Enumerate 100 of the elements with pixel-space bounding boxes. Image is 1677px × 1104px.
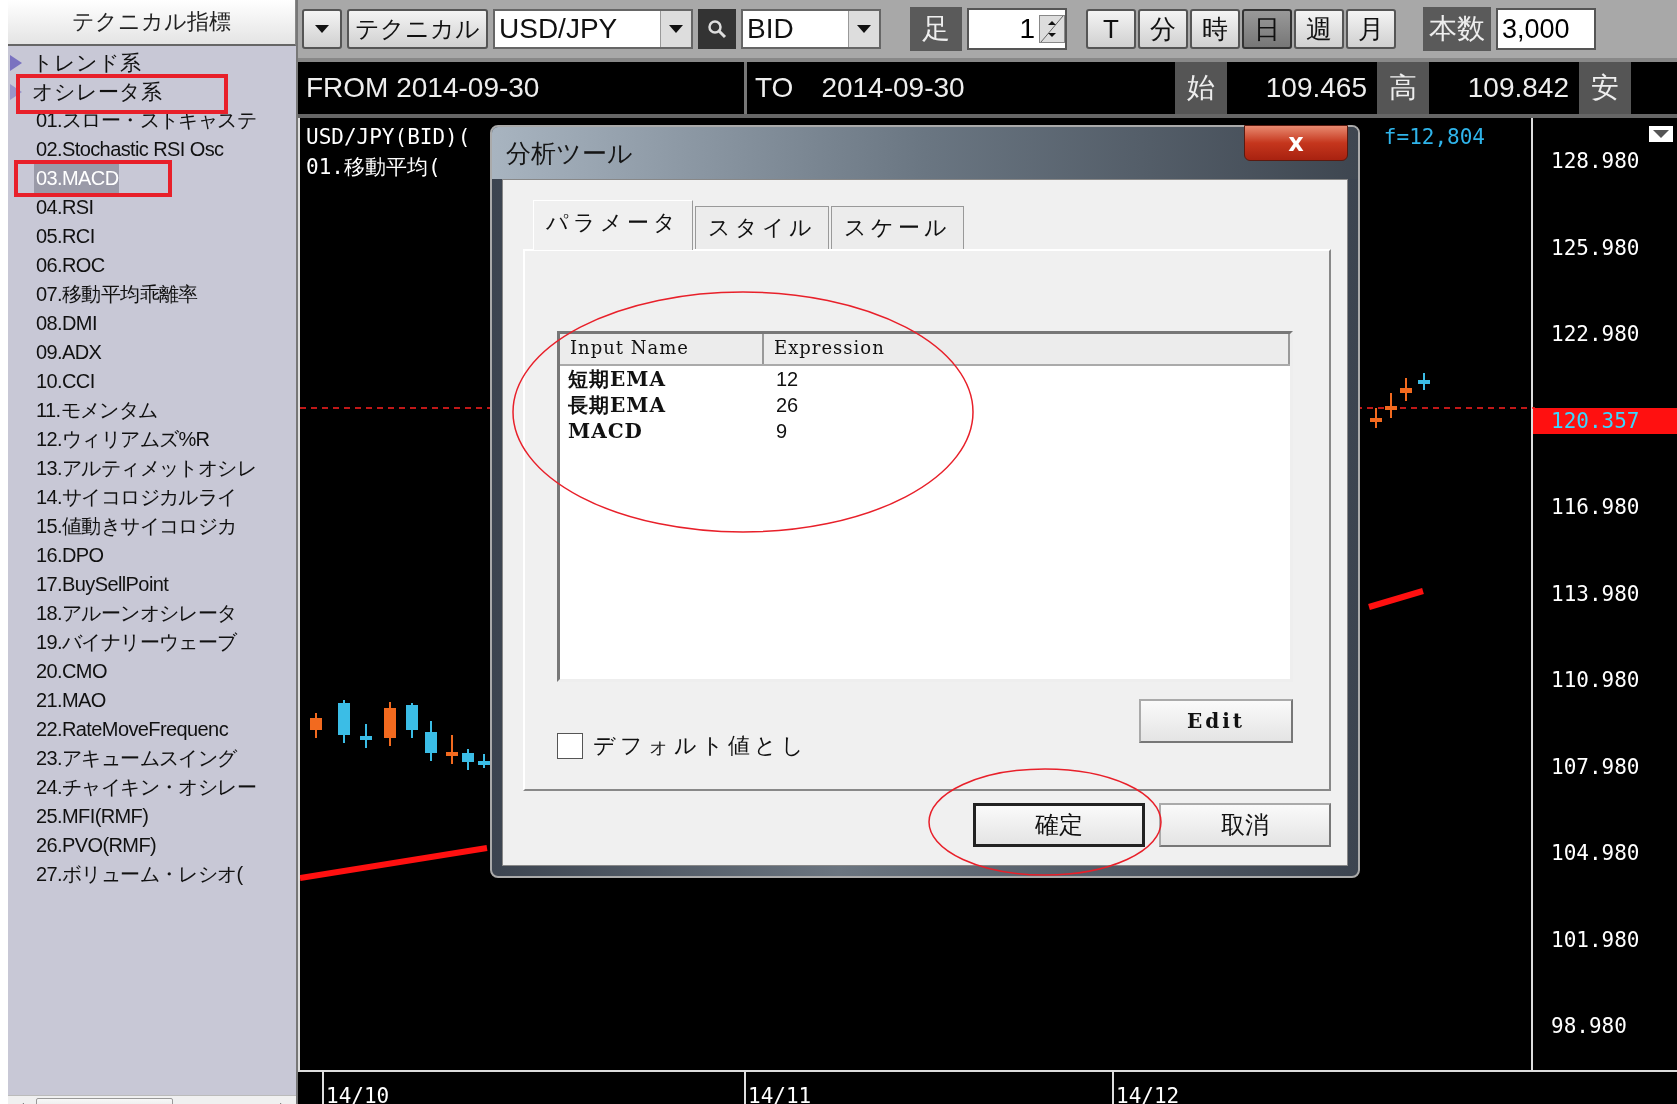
indicator-item[interactable]: 24.チャイキン・オシレー bbox=[8, 773, 256, 802]
price-tick-label: 116.980 bbox=[1550, 495, 1640, 520]
moving-average-line bbox=[1368, 588, 1424, 610]
table-cell-text: MACD bbox=[567, 418, 644, 444]
table-cell-text: 12 bbox=[775, 367, 800, 392]
table-cell-text: 9 bbox=[775, 419, 789, 444]
spinner-arrows-icon bbox=[1039, 15, 1065, 43]
period-button[interactable]: 時 bbox=[1190, 9, 1240, 49]
indicator-item[interactable]: 26.PVO(RMF) bbox=[8, 831, 157, 860]
from-date: FROM 2014-09-30 bbox=[298, 62, 747, 114]
time-axis-label: 14/12 bbox=[1112, 1071, 1180, 1104]
category-item[interactable]: トレンド系 bbox=[8, 48, 296, 77]
indicator-item[interactable]: 20.CMO bbox=[8, 657, 107, 686]
indicator-item[interactable]: 07.移動平均乖離率 bbox=[8, 280, 198, 309]
triangle-icon bbox=[10, 54, 22, 71]
price-value: 109.465 bbox=[1264, 72, 1368, 104]
column-header[interactable]: Input Name bbox=[560, 334, 764, 364]
indicator-item[interactable]: 16.DPO bbox=[8, 541, 104, 570]
indicator-item[interactable]: 22.RateMoveFrequenc bbox=[8, 715, 229, 744]
dropdown-button[interactable] bbox=[302, 9, 342, 49]
candlestick bbox=[310, 712, 322, 739]
price-tick-label: 101.980 bbox=[1550, 927, 1640, 952]
category-label: トレンド系 bbox=[32, 49, 141, 76]
tab[interactable]: スタイル bbox=[695, 206, 829, 249]
close-button[interactable]: x bbox=[1244, 125, 1348, 161]
indicator-item[interactable]: 09.ADX bbox=[8, 338, 102, 367]
indicator-item[interactable]: 25.MFI(RMF) bbox=[8, 802, 149, 831]
triangle-icon bbox=[10, 83, 22, 100]
count-field[interactable]: 3,000 bbox=[1496, 8, 1596, 50]
indicator-item[interactable]: 06.ROC bbox=[8, 251, 105, 280]
period-button[interactable]: 分 bbox=[1138, 9, 1188, 49]
period-button[interactable]: T bbox=[1086, 9, 1136, 49]
tab[interactable]: パラメータ bbox=[533, 200, 693, 250]
price-tick-label: 104.980 bbox=[1550, 841, 1640, 866]
column-header[interactable]: Expression bbox=[764, 334, 1290, 364]
edit-button[interactable]: Edit bbox=[1139, 698, 1293, 743]
bar-label: 足 bbox=[910, 7, 962, 51]
count-label: 本数 bbox=[1423, 7, 1491, 51]
candlestick bbox=[1385, 392, 1397, 419]
price-label: 始 bbox=[1175, 62, 1227, 114]
search-button[interactable] bbox=[698, 9, 736, 49]
time-axis-label: 14/10 bbox=[322, 1071, 390, 1104]
candlestick bbox=[338, 699, 350, 744]
caret-icon bbox=[669, 25, 683, 33]
price-type-select[interactable]: BID bbox=[741, 9, 881, 49]
bar-spinner[interactable]: 1 bbox=[967, 8, 1067, 50]
indicator-item[interactable]: 05.RCI bbox=[8, 222, 95, 251]
price-label: 安 bbox=[1579, 62, 1631, 114]
table-cell-text: 26 bbox=[775, 393, 800, 418]
technical-button[interactable]: テクニカル bbox=[347, 9, 488, 49]
candlestick bbox=[425, 720, 437, 762]
caret-icon bbox=[857, 25, 871, 33]
indicator-item[interactable]: 18.アルーンオシレータ bbox=[8, 599, 237, 628]
dialog-title: 分析ツール bbox=[506, 137, 633, 169]
candlestick bbox=[1400, 377, 1412, 402]
panel-title: テクニカル指標 bbox=[8, 0, 296, 46]
indicator-item[interactable]: 14.サイコロジカルライ bbox=[8, 483, 237, 512]
indicator-item[interactable]: 19.バイナリーウェーブ bbox=[8, 628, 237, 657]
period-button[interactable]: 日 bbox=[1242, 9, 1292, 49]
period-button[interactable]: 週 bbox=[1294, 9, 1344, 49]
table-cell-text: 長期EMA bbox=[567, 392, 667, 418]
price-tick-label: 122.980 bbox=[1550, 322, 1640, 347]
indicator-item[interactable]: 11.モメンタム bbox=[8, 396, 158, 425]
candlestick bbox=[478, 753, 490, 769]
indicator-item[interactable]: 21.MAO bbox=[8, 686, 106, 715]
period-button[interactable]: 月 bbox=[1346, 9, 1396, 49]
indicator-item[interactable]: 27.ボリューム・レシオ( bbox=[8, 860, 243, 889]
search-icon bbox=[707, 19, 727, 39]
category-label: オシレータ系 bbox=[32, 78, 162, 105]
price-tick-label: 113.980 bbox=[1550, 581, 1640, 606]
dropdown-icon[interactable] bbox=[1649, 126, 1673, 142]
candlestick bbox=[406, 702, 418, 739]
symbol-select[interactable]: USD/JPY bbox=[493, 9, 693, 49]
chart-header-text: 01.移動平均( bbox=[306, 154, 441, 181]
price-tick-label: 107.980 bbox=[1550, 754, 1640, 779]
price-value: 109.842 bbox=[1466, 72, 1570, 104]
indicator-item[interactable]: 23.アキュームスイング bbox=[8, 744, 237, 773]
ok-button[interactable]: 確定 bbox=[973, 803, 1145, 847]
price-label: 高 bbox=[1377, 62, 1429, 114]
checkbox[interactable] bbox=[557, 732, 583, 759]
indicator-item[interactable]: 08.DMI bbox=[8, 309, 97, 338]
price-tick-label: 128.980 bbox=[1550, 149, 1640, 174]
time-axis-label: 14/11 bbox=[744, 1071, 812, 1104]
indicator-item[interactable]: 12.ウィリアムズ%R bbox=[8, 425, 210, 454]
price-tick-label: 125.980 bbox=[1550, 235, 1640, 260]
checkbox-label: デフォルト値とし bbox=[593, 731, 808, 760]
tab[interactable]: スケール bbox=[831, 206, 964, 249]
indicator-item[interactable]: 17.BuySellPoint bbox=[8, 570, 169, 599]
candlestick bbox=[462, 748, 474, 771]
indicator-item[interactable]: 02.Stochastic RSI Osc bbox=[8, 135, 224, 164]
caret-icon bbox=[315, 25, 329, 33]
indicator-item[interactable]: 13.アルティメットオシレ bbox=[8, 454, 256, 483]
indicator-item[interactable]: 04.RSI bbox=[8, 193, 94, 222]
cancel-button[interactable]: 取消 bbox=[1159, 803, 1331, 847]
to-date: TO 2014-09-30 bbox=[754, 71, 966, 105]
category-item[interactable]: オシレータ系 bbox=[8, 77, 296, 106]
indicator-item[interactable]: 15.値動きサイコロジカ bbox=[8, 512, 237, 541]
candlestick bbox=[1418, 372, 1430, 391]
indicator-item[interactable]: 10.CCI bbox=[8, 367, 95, 396]
current-price-label: 120.357 bbox=[1533, 407, 1677, 434]
